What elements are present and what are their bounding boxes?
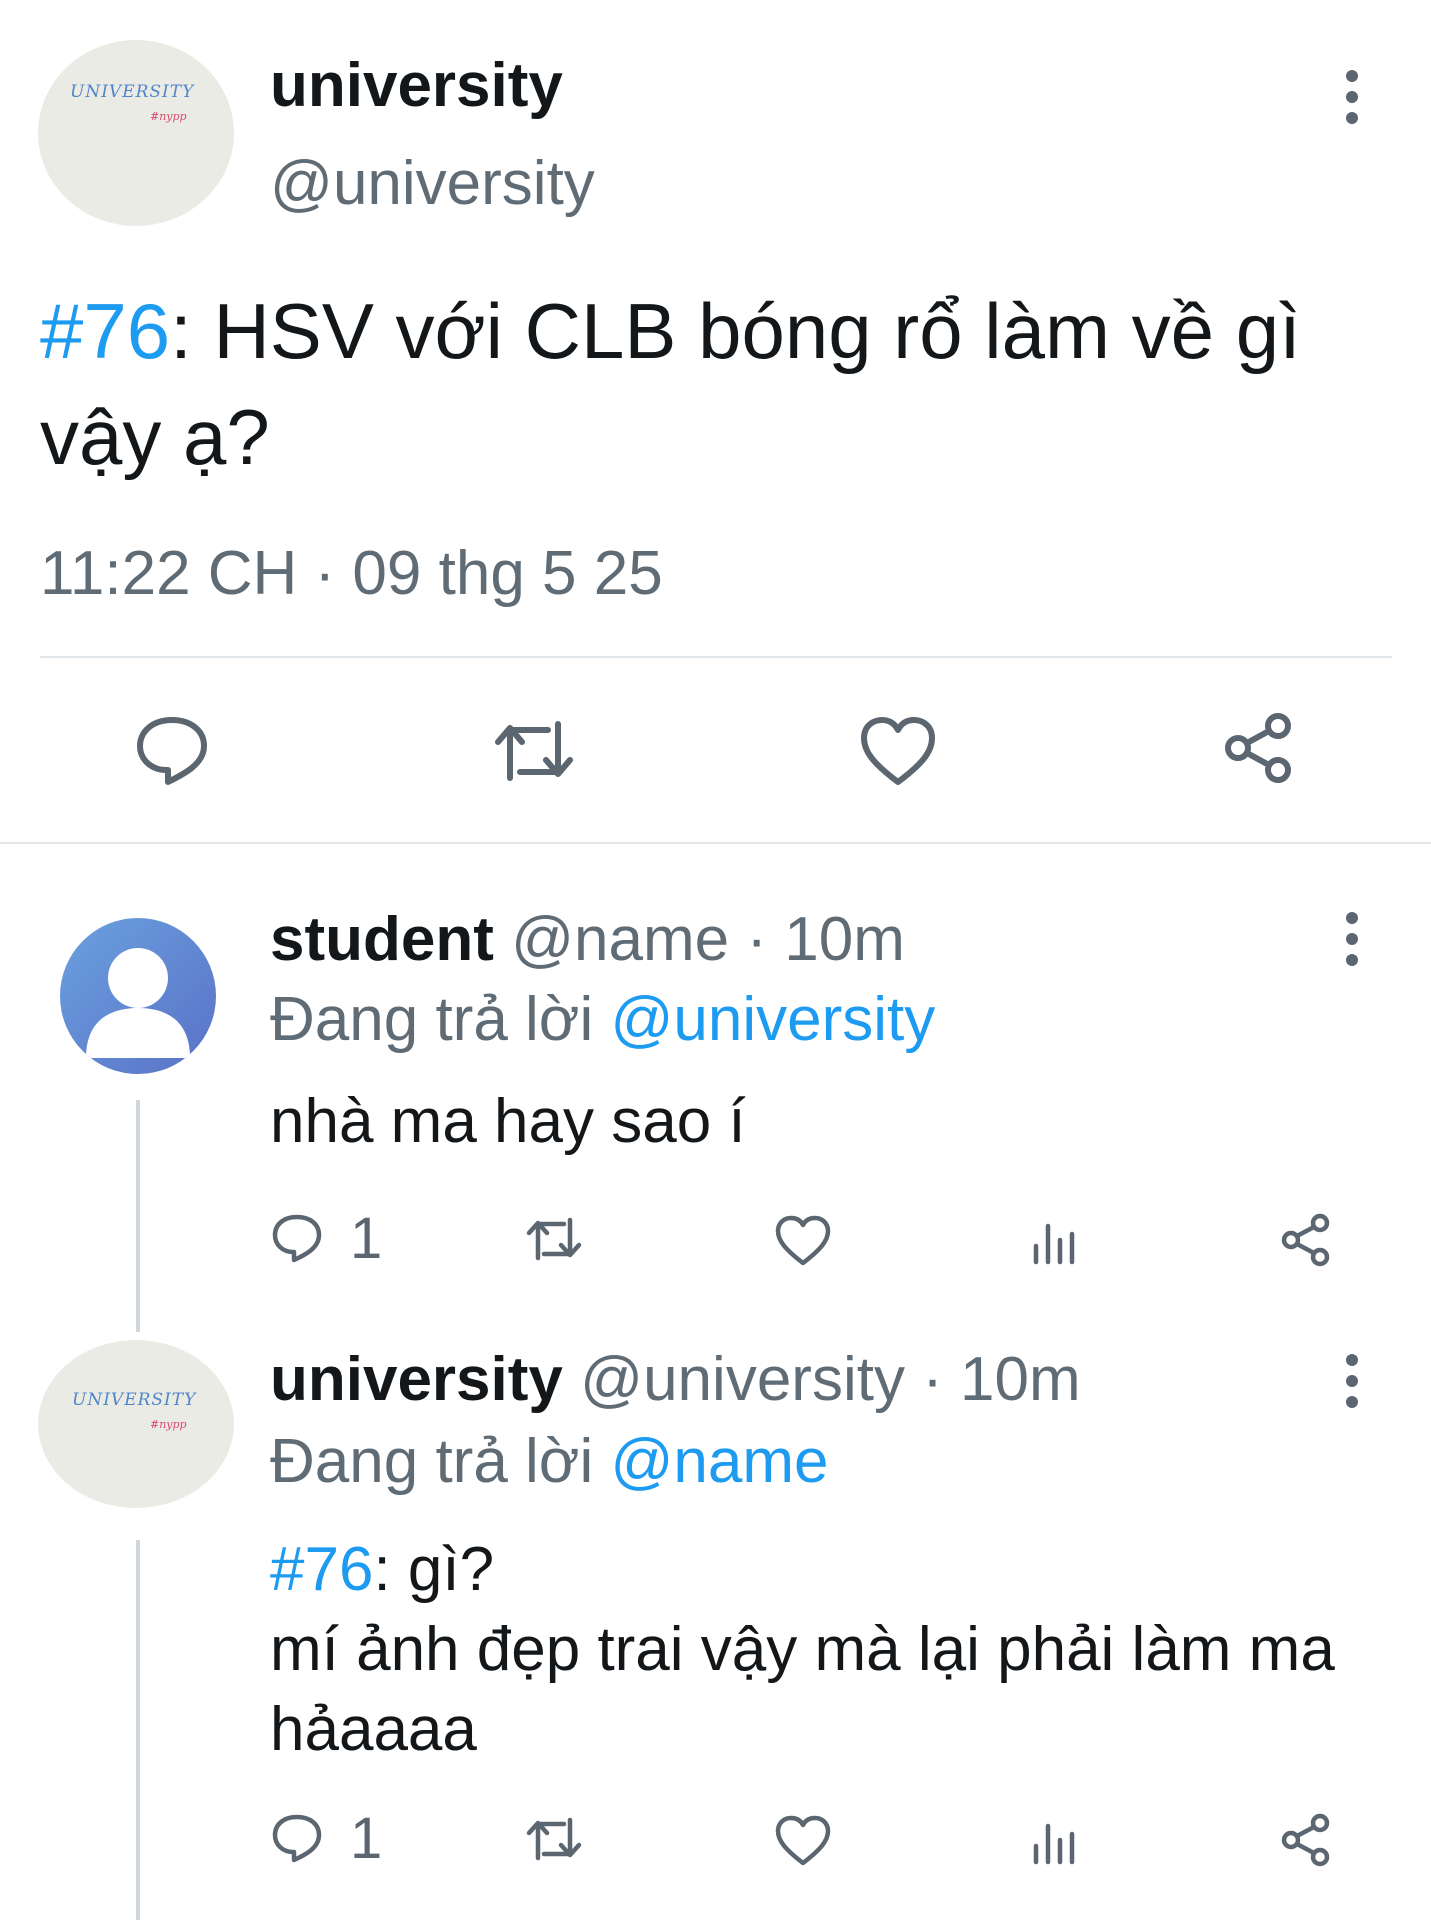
reply-display-name[interactable]: student	[270, 905, 494, 974]
reply-text-line1: #76: gì?	[270, 1530, 1390, 1610]
reply-icon[interactable]	[270, 1812, 324, 1864]
reply-time[interactable]: · 10m	[922, 1345, 1080, 1414]
reply-handle[interactable]: @name	[511, 905, 729, 974]
hashtag-link[interactable]: #76	[40, 287, 170, 375]
reply-icon[interactable]	[270, 1212, 324, 1264]
mention-link[interactable]: @university	[610, 985, 935, 1054]
share-icon[interactable]	[1278, 1212, 1336, 1268]
views-icon[interactable]	[1030, 1220, 1078, 1266]
avatar-logo-subtext: #nypp	[150, 1418, 187, 1431]
main-tweet-body: : HSV với CLB bóng rổ làm về gì vậy ạ?	[40, 287, 1301, 481]
more-options-icon[interactable]	[1342, 1354, 1362, 1408]
reply-text-rest: mí ảnh đẹp trai vậy mà lại phải làm ma h…	[270, 1615, 1335, 1764]
replying-to-label: Đang trả lời	[270, 1427, 611, 1496]
reply-header: student @name · 10m	[270, 904, 905, 976]
reply-avatar-default[interactable]	[60, 918, 216, 1074]
avatar-logo-text: UNIVERSITY	[70, 82, 195, 102]
retweet-icon[interactable]	[488, 716, 580, 786]
reply-handle[interactable]: @university	[580, 1345, 905, 1414]
avatar-logo-subtext: #nypp	[150, 110, 187, 123]
reply-time[interactable]: · 10m	[746, 905, 904, 974]
retweet-icon[interactable]	[522, 1814, 586, 1864]
main-avatar[interactable]: UNIVERSITY #nypp	[38, 40, 234, 226]
retweet-icon[interactable]	[522, 1214, 586, 1264]
replying-to-line: Đang trả lời @university	[270, 984, 935, 1056]
hashtag-link[interactable]: #76	[270, 1535, 373, 1604]
thread-line	[136, 1100, 140, 1332]
more-options-icon[interactable]	[1342, 70, 1362, 124]
reply-display-name[interactable]: university	[270, 1345, 563, 1414]
views-icon[interactable]	[1030, 1820, 1078, 1866]
thread-line	[136, 1540, 140, 1920]
mention-link[interactable]: @name	[610, 1427, 828, 1496]
like-icon[interactable]	[774, 1214, 832, 1268]
share-icon[interactable]	[1278, 1812, 1336, 1868]
divider	[40, 656, 1392, 658]
reply-header: university @university · 10m	[270, 1344, 1081, 1416]
replying-to-label: Đang trả lời	[270, 985, 611, 1054]
reply-text-first: : gì?	[373, 1535, 495, 1604]
main-display-name[interactable]: university	[270, 50, 563, 122]
like-icon[interactable]	[774, 1814, 832, 1868]
reply-avatar-university[interactable]: UNIVERSITY #nypp	[38, 1340, 234, 1508]
reply-count: 1	[350, 1806, 383, 1871]
reply-text: nhà ma hay sao í	[270, 1087, 746, 1156]
main-tweet-text: #76: HSV với CLB bóng rổ làm về gì vậy ạ…	[40, 278, 1390, 490]
section-divider	[0, 842, 1431, 844]
replying-to-line: Đang trả lời @name	[270, 1426, 829, 1498]
main-timestamp[interactable]: 11:22 CH · 09 thg 5 25	[40, 538, 663, 610]
share-icon[interactable]	[1220, 710, 1300, 786]
default-profile-icon	[86, 948, 190, 1058]
avatar-logo-text: UNIVERSITY	[72, 1390, 197, 1410]
main-handle[interactable]: @university	[270, 148, 595, 220]
reply-icon[interactable]	[132, 712, 212, 788]
more-options-icon[interactable]	[1342, 912, 1362, 966]
like-icon[interactable]	[858, 714, 938, 788]
reply-count: 1	[350, 1206, 383, 1271]
reply-text: #76: gì? mí ảnh đẹp trai vậy mà lại phải…	[270, 1530, 1390, 1770]
